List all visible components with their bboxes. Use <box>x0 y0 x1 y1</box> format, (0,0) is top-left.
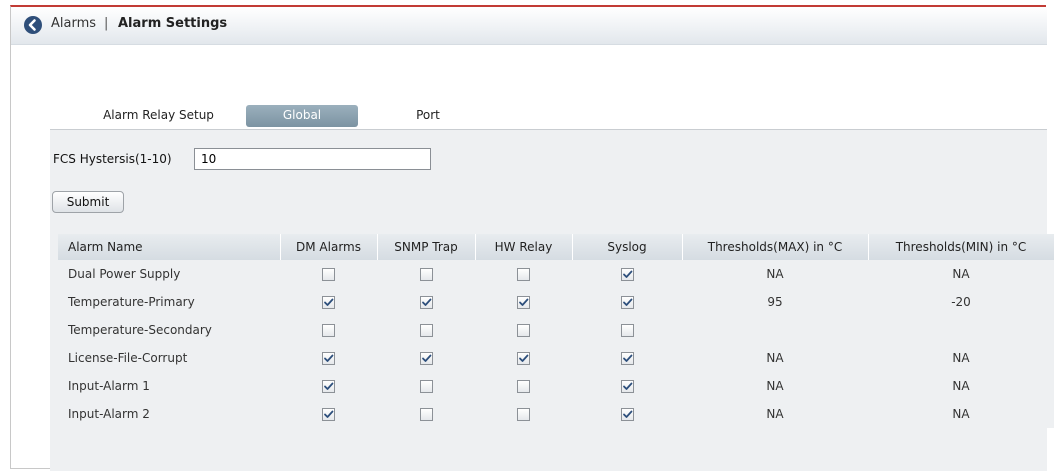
table-row: Input-Alarm 1 NA NA <box>58 372 1054 400</box>
column-header-hw-relay: HW Relay <box>475 234 573 260</box>
syslog-checkbox[interactable] <box>620 408 634 421</box>
alarm-table-body: Dual Power Supply NA NA Temperature-Primary… <box>58 260 1054 428</box>
column-header-alarm-name: Alarm Name <box>58 234 281 260</box>
dm-alarms-cell <box>280 316 377 344</box>
dm-alarms-cell <box>280 372 377 400</box>
threshold-min-cell: NA <box>952 351 970 365</box>
syslog-checkbox[interactable] <box>620 380 634 393</box>
hw-relay-checkbox[interactable] <box>517 380 530 393</box>
alarm-name-cell: Dual Power Supply <box>68 267 181 281</box>
snmp-trap-cell <box>377 260 475 288</box>
syslog-cell <box>572 288 682 316</box>
syslog-cell <box>572 344 682 372</box>
hw-relay-cell <box>475 400 572 428</box>
syslog-cell <box>572 400 682 428</box>
alarm-name-cell: Input-Alarm 1 <box>68 379 150 393</box>
breadcrumb-parent[interactable]: Alarms <box>51 16 96 31</box>
main-window: Alarms | Alarm Settings Alarm Relay Setu… <box>10 5 1055 471</box>
alarm-name-cell: Temperature-Secondary <box>68 323 212 337</box>
table-row: Temperature-Secondary <box>58 316 1054 344</box>
syslog-checkbox[interactable] <box>620 296 634 309</box>
threshold-min-cell <box>868 316 1054 344</box>
dm-alarms-checkbox[interactable] <box>322 296 335 309</box>
fcs-hysteresis-label: FCS Hystersis(1-10) <box>53 152 172 166</box>
syslog-checkbox[interactable] <box>620 352 634 365</box>
table-row: License-File-Corrupt NA NA <box>58 344 1054 372</box>
page-title: Alarm Settings <box>118 16 228 31</box>
snmp-trap-checkbox[interactable] <box>419 268 433 281</box>
back-arrow-icon[interactable] <box>24 16 42 34</box>
column-header-threshold-min: Thresholds(MIN) in °C <box>868 234 1055 260</box>
hw-relay-cell <box>475 260 572 288</box>
table-row: Input-Alarm 2 NA NA <box>58 400 1054 428</box>
threshold-max-cell <box>682 316 868 344</box>
threshold-min-cell: NA <box>952 379 970 393</box>
column-header-threshold-max: Thresholds(MAX) in °C <box>682 234 869 260</box>
hw-relay-checkbox[interactable] <box>517 324 530 337</box>
column-header-dm-alarms: DM Alarms <box>280 234 378 260</box>
column-header-snmp-trap: SNMP Trap <box>377 234 476 260</box>
snmp-trap-cell <box>377 372 475 400</box>
dm-alarms-cell <box>280 260 377 288</box>
snmp-trap-cell <box>377 344 475 372</box>
alarm-name-cell: License-File-Corrupt <box>68 351 188 365</box>
dm-alarms-cell <box>280 288 377 316</box>
threshold-max-cell: 95 <box>767 295 783 309</box>
hw-relay-cell <box>475 316 572 344</box>
hw-relay-cell <box>475 372 572 400</box>
title-bar: Alarms | Alarm Settings <box>11 7 1047 45</box>
threshold-min-cell: NA <box>952 267 970 281</box>
dm-alarms-cell <box>280 400 377 428</box>
syslog-checkbox[interactable] <box>620 268 634 281</box>
tab-port[interactable]: Port <box>393 105 463 127</box>
snmp-trap-checkbox[interactable] <box>419 324 433 337</box>
syslog-cell <box>572 372 682 400</box>
snmp-trap-checkbox[interactable] <box>419 352 433 365</box>
hw-relay-checkbox[interactable] <box>517 296 530 309</box>
dm-alarms-checkbox[interactable] <box>322 408 335 421</box>
snmp-trap-checkbox[interactable] <box>419 380 433 393</box>
snmp-trap-checkbox[interactable] <box>419 296 433 309</box>
alarm-name-cell: Input-Alarm 2 <box>68 407 150 421</box>
submit-button[interactable]: Submit <box>52 191 124 213</box>
dm-alarms-checkbox[interactable] <box>322 352 335 365</box>
snmp-trap-cell <box>377 400 475 428</box>
hw-relay-cell <box>475 288 572 316</box>
global-settings-panel: FCS Hystersis(1-10) Submit Alarm Name DM… <box>50 129 1055 471</box>
alarm-name-cell: Temperature-Primary <box>68 295 195 309</box>
hw-relay-cell <box>475 344 572 372</box>
alarm-table: Alarm Name DM Alarms SNMP Trap HW Relay … <box>58 234 1055 428</box>
hw-relay-checkbox[interactable] <box>517 408 530 421</box>
dm-alarms-checkbox[interactable] <box>322 324 335 337</box>
snmp-trap-cell <box>377 288 475 316</box>
table-row: Temperature-Primary 95 -20 <box>58 288 1054 316</box>
threshold-max-cell: NA <box>766 351 784 365</box>
snmp-trap-checkbox[interactable] <box>419 408 433 421</box>
tab-global[interactable]: Global <box>246 105 358 127</box>
snmp-trap-cell <box>377 316 475 344</box>
hw-relay-checkbox[interactable] <box>517 352 530 365</box>
syslog-cell <box>572 316 682 344</box>
dm-alarms-checkbox[interactable] <box>322 268 335 281</box>
threshold-min-cell: -20 <box>951 295 971 309</box>
syslog-cell <box>572 260 682 288</box>
fcs-hysteresis-input[interactable] <box>194 148 431 170</box>
column-header-syslog: Syslog <box>572 234 683 260</box>
dm-alarms-cell <box>280 344 377 372</box>
syslog-checkbox[interactable] <box>620 324 634 337</box>
tab-alarm-relay-setup[interactable]: Alarm Relay Setup <box>91 105 226 127</box>
threshold-max-cell: NA <box>766 379 784 393</box>
breadcrumb-separator: | <box>104 16 109 31</box>
dm-alarms-checkbox[interactable] <box>322 380 335 393</box>
hw-relay-checkbox[interactable] <box>517 268 530 281</box>
threshold-max-cell: NA <box>766 267 784 281</box>
threshold-min-cell: NA <box>952 407 970 421</box>
threshold-max-cell: NA <box>766 407 784 421</box>
table-row: Dual Power Supply NA NA <box>58 260 1054 288</box>
